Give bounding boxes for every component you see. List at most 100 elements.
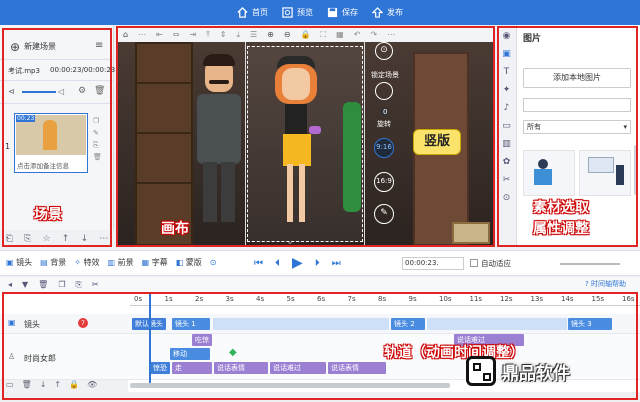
scene-category-icon[interactable]: ◉ — [503, 31, 511, 41]
clip-row4a[interactable]: 惊恐 — [150, 362, 170, 374]
step-forward-icon[interactable]: ⏵ — [315, 258, 320, 269]
track-up-icon[interactable]: ↑ — [54, 380, 61, 392]
effect-category-icon[interactable]: ✿ — [503, 157, 511, 167]
sort-icon[interactable]: ≡ — [95, 40, 103, 51]
step-back-icon[interactable]: ⏴ — [275, 258, 280, 269]
preview-button[interactable]: 预览 — [282, 7, 313, 18]
subtitle-add-button[interactable]: ▦ 字幕 — [142, 257, 168, 268]
zoom-out-icon[interactable]: ⊖ — [284, 30, 291, 39]
material-scrollbar[interactable] — [634, 145, 638, 195]
image-category-icon[interactable]: ▣ — [502, 49, 511, 59]
copy-icon[interactable]: ❐ — [58, 280, 65, 290]
text-category-icon[interactable]: T — [504, 67, 510, 77]
timeline-help-icon[interactable]: ? — [585, 280, 589, 288]
clip-say-2[interactable]: 说话难过 — [270, 362, 326, 374]
timeline-help-label[interactable]: 时间轴帮助 — [591, 280, 626, 288]
ratio-916-button[interactable]: 9:16 — [374, 138, 394, 158]
move-down-icon[interactable]: ↓ — [81, 234, 89, 244]
camera-add-button[interactable]: ▣ 镜头 — [6, 257, 32, 268]
filter-select[interactable]: 所有 ▾ — [523, 120, 631, 134]
delete-track-icon[interactable]: 🗑 — [22, 380, 32, 392]
move-left-icon[interactable]: ◂ — [8, 280, 12, 290]
insert-before-icon[interactable]: ⎗ — [6, 234, 13, 244]
play-button[interactable]: ▶ — [292, 255, 303, 271]
bubble-category-icon[interactable]: ▭ — [502, 121, 511, 131]
align-right-icon[interactable]: ⇥ — [189, 30, 196, 39]
clip-think[interactable]: 吃惊 — [192, 334, 212, 346]
delete-scene-icon[interactable]: 🗑 — [93, 153, 102, 161]
stage-collapse-handle[interactable]: ⌄ — [283, 238, 297, 246]
zoom-in-icon[interactable]: ⊕ — [267, 30, 274, 39]
scene-more-icon[interactable]: ⋯ — [99, 234, 108, 244]
girl-character[interactable] — [265, 56, 325, 234]
grid-icon[interactable]: ▦ — [336, 30, 344, 39]
home-button[interactable]: 首页 — [237, 7, 268, 18]
split-icon[interactable]: ✂ — [92, 280, 99, 290]
clip-camera-2[interactable]: 镜头 2 — [391, 318, 425, 330]
pin-category-icon[interactable]: ✦ — [503, 85, 511, 95]
ratio-169-button[interactable]: 16:9 — [374, 172, 394, 192]
star-icon[interactable]: ☆ — [42, 234, 50, 244]
track-down-icon[interactable]: ↓ — [40, 380, 47, 392]
tools-category-icon[interactable]: ✂ — [503, 175, 511, 185]
add-track-icon[interactable]: ▭ — [6, 380, 14, 392]
lock-icon[interactable]: 🔒 — [301, 30, 311, 39]
music-category-icon[interactable]: ♪ — [504, 103, 510, 113]
background-add-button[interactable]: ▤ 背景 — [40, 257, 66, 268]
align-left-icon[interactable]: ⇤ — [156, 30, 163, 39]
man-character[interactable] — [189, 54, 249, 234]
more-category-icon[interactable]: ⊙ — [503, 193, 511, 203]
paste-icon[interactable]: ⎘ — [76, 280, 82, 290]
settings-icon[interactable]: ⚙ — [78, 86, 86, 96]
volume-slider[interactable] — [22, 91, 56, 93]
edit-scene-icon[interactable]: ✎ — [93, 129, 99, 137]
material-search-input[interactable] — [523, 98, 631, 112]
volume-max-icon[interactable]: ◁ — [58, 87, 64, 96]
clip-camera-1[interactable]: 镜头 1 — [172, 318, 210, 330]
trash-icon[interactable]: 🗑 — [38, 280, 48, 290]
clip-walk[interactable]: 走 — [172, 362, 212, 374]
move-up-icon[interactable]: ↑ — [62, 234, 70, 244]
align-center-icon[interactable]: ⇔ — [173, 30, 180, 39]
clip-camera-3[interactable]: 镜头 3 — [568, 318, 612, 330]
canvas-stage[interactable]: ⊙ 锁定场景 0 旋转 9:16 16:9 ✎ 竖版 画布 ⌄ — [117, 42, 493, 246]
chart-category-icon[interactable]: ▥ — [502, 139, 511, 149]
save-button[interactable]: 保存 — [327, 7, 358, 18]
filter-icon[interactable]: ▼ — [22, 280, 28, 290]
clip-move[interactable]: 移动 — [170, 348, 210, 360]
track-lock-icon[interactable]: 🔒 — [69, 380, 79, 392]
insert-after-icon[interactable]: ⎘ — [24, 234, 31, 244]
material-thumb-2[interactable] — [579, 150, 631, 196]
more-controls-icon[interactable]: ⊙ — [210, 258, 217, 267]
align-top-icon[interactable]: ⤒ — [206, 30, 210, 40]
scene-thumbnail[interactable]: 00:23 点击添加备注信息 — [14, 113, 88, 173]
next-scene-icon[interactable]: ⏭ — [332, 258, 341, 269]
time-field[interactable]: 00:00:23. — [402, 257, 464, 270]
duplicate-scene-icon[interactable]: ⎘ — [93, 141, 99, 150]
zoom-slider[interactable] — [560, 263, 620, 265]
playhead-marker[interactable] — [149, 292, 151, 388]
mask-add-button[interactable]: ◧ 蒙版 — [176, 257, 202, 268]
material-thumb-1[interactable] — [523, 150, 575, 196]
align-bottom-icon[interactable]: ⤓ — [236, 30, 240, 40]
brush-button[interactable]: ✎ — [374, 204, 394, 224]
redo-icon[interactable]: ↷ — [370, 30, 377, 39]
fit-icon[interactable]: ⛶ — [321, 30, 327, 40]
effect-add-button[interactable]: ✧ 特效 — [74, 257, 99, 268]
publish-button[interactable]: 发布 — [372, 7, 403, 18]
foreground-add-button[interactable]: ▥ 前景 — [107, 257, 133, 268]
home-icon[interactable]: ⌂ — [123, 30, 128, 39]
add-local-image-button[interactable]: 添加本地图片 — [523, 68, 631, 88]
clip-say-1[interactable]: 说话表情 — [214, 362, 268, 374]
auto-fit-checkbox[interactable] — [470, 259, 478, 267]
delete-audio-icon[interactable]: 🗑 — [94, 86, 105, 96]
add-keyframe-icon[interactable]: ◆ — [229, 347, 237, 358]
canvas-more-icon[interactable]: ⋯ — [387, 30, 395, 39]
clip-say-3[interactable]: 说话表情 — [328, 362, 386, 374]
prev-scene-icon[interactable]: ⏮ — [254, 258, 263, 269]
copy-scene-icon[interactable]: ❐ — [93, 117, 99, 125]
volume-icon[interactable]: ⊲ — [8, 87, 15, 96]
lock-scene-button[interactable]: ⊙ — [375, 42, 393, 60]
rotate-dial[interactable] — [375, 82, 393, 100]
more-icon[interactable]: ⋯ — [138, 30, 146, 39]
